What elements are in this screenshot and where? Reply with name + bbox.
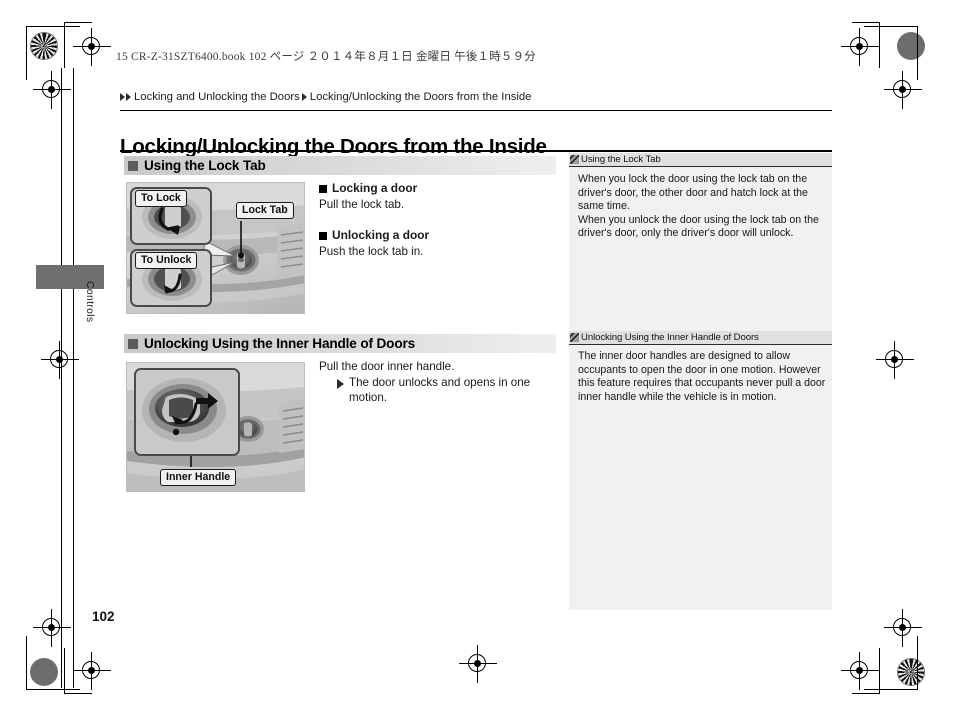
lock-tab-callout-label: Lock Tab	[236, 202, 294, 219]
breadcrumb: Locking and Unlocking the Doors Locking/…	[120, 91, 531, 103]
side-note-body-using-the-lock-tab: When you lock the door using the lock ta…	[578, 173, 826, 241]
inset-inner-handle-artwork	[136, 370, 238, 454]
side-note-heading-label: Using the Lock Tab	[581, 154, 661, 165]
bullet-square-icon	[319, 231, 327, 240]
text-spacer	[319, 212, 554, 228]
page-number: 102	[92, 609, 115, 624]
subheading-locking-a-door: Locking a door	[319, 181, 554, 196]
result-text: The door unlocks and opens in one motion…	[349, 376, 531, 404]
section-header-unlocking-using-inner-handle: Unlocking Using the Inner Handle of Door…	[124, 334, 556, 353]
subheading-label: Unlocking a door	[332, 228, 430, 242]
body-text-pull-inner-handle: Pull the door inner handle.	[319, 360, 455, 373]
bullet-square-icon	[319, 184, 327, 193]
crop-mark-top-right-c	[852, 22, 880, 68]
section-1-text-column: Locking a door Pull the lock tab. Unlock…	[319, 181, 554, 259]
inset-to-unlock-label: To Unlock	[135, 252, 198, 269]
inset-inner-handle	[134, 368, 240, 456]
breadcrumb-arrow-icon-1	[120, 93, 125, 101]
double-chevron-icon	[570, 155, 579, 164]
section-heading-label: Using the Lock Tab	[144, 158, 266, 173]
result-arrow-icon	[337, 379, 344, 389]
breadcrumb-arrow-icon-3	[301, 93, 307, 101]
section-marker-square-icon	[128, 160, 138, 171]
page-title-underline	[120, 150, 832, 152]
breadcrumb-level-2[interactable]: Locking/Unlocking the Doors from the Ins…	[310, 91, 532, 103]
registration-crosshair-right-middle	[876, 341, 914, 379]
side-note-heading-label: Unlocking Using the Inner Handle of Door…	[581, 332, 759, 343]
breadcrumb-level-1[interactable]: Locking and Unlocking the Doors	[134, 91, 300, 103]
chapter-tab-label: Controls	[84, 281, 95, 323]
gutter-line-inner	[73, 68, 75, 688]
side-note-header-using-the-lock-tab: Using the Lock Tab	[569, 153, 832, 167]
double-chevron-icon	[570, 333, 579, 342]
crop-mark-bottom-left-c	[64, 648, 92, 694]
inner-handle-illustration: Inner Handle	[126, 362, 305, 492]
side-note-header-unlocking-using-inner-handle: Unlocking Using the Inner Handle of Door…	[569, 331, 832, 345]
breadcrumb-divider	[120, 110, 832, 111]
breadcrumb-arrow-icon-2	[126, 93, 131, 101]
crop-mark-top-left-c	[64, 22, 92, 68]
side-note-paragraph: When you lock the door using the lock ta…	[578, 173, 808, 213]
crop-mark-bottom-right-c	[852, 648, 880, 694]
section-marker-square-icon	[128, 338, 138, 349]
side-note-body-unlocking-using-inner-handle: The inner door handles are designed to a…	[578, 350, 826, 404]
section-2-text-column: Pull the door inner handle. The door unl…	[319, 359, 557, 405]
inset-to-lock-label: To Lock	[135, 190, 187, 207]
subheading-unlocking-a-door: Unlocking a door	[319, 228, 554, 243]
body-text-unlocking-a-door: Push the lock tab in.	[319, 245, 424, 258]
result-bullet: The door unlocks and opens in one motion…	[337, 375, 557, 405]
subheading-label: Locking a door	[332, 181, 418, 195]
lock-tab-illustration: To Lock To Unlock Lock Tab	[126, 182, 305, 314]
section-header-using-the-lock-tab: Using the Lock Tab	[124, 156, 556, 175]
gutter-line-outer	[61, 68, 63, 688]
section-heading-label: Unlocking Using the Inner Handle of Door…	[144, 336, 416, 351]
print-job-header: 15 CR-Z-31SZT6400.book 102 ページ ２０１４年８月１日…	[116, 51, 537, 63]
registration-crosshair-bottom-middle	[459, 645, 497, 683]
inner-handle-callout-label: Inner Handle	[160, 469, 237, 486]
side-note-paragraph: The inner door handles are designed to a…	[578, 350, 826, 403]
side-note-paragraph: When you unlock the door using the lock …	[578, 213, 819, 240]
body-text-locking-a-door: Pull the lock tab.	[319, 198, 405, 211]
